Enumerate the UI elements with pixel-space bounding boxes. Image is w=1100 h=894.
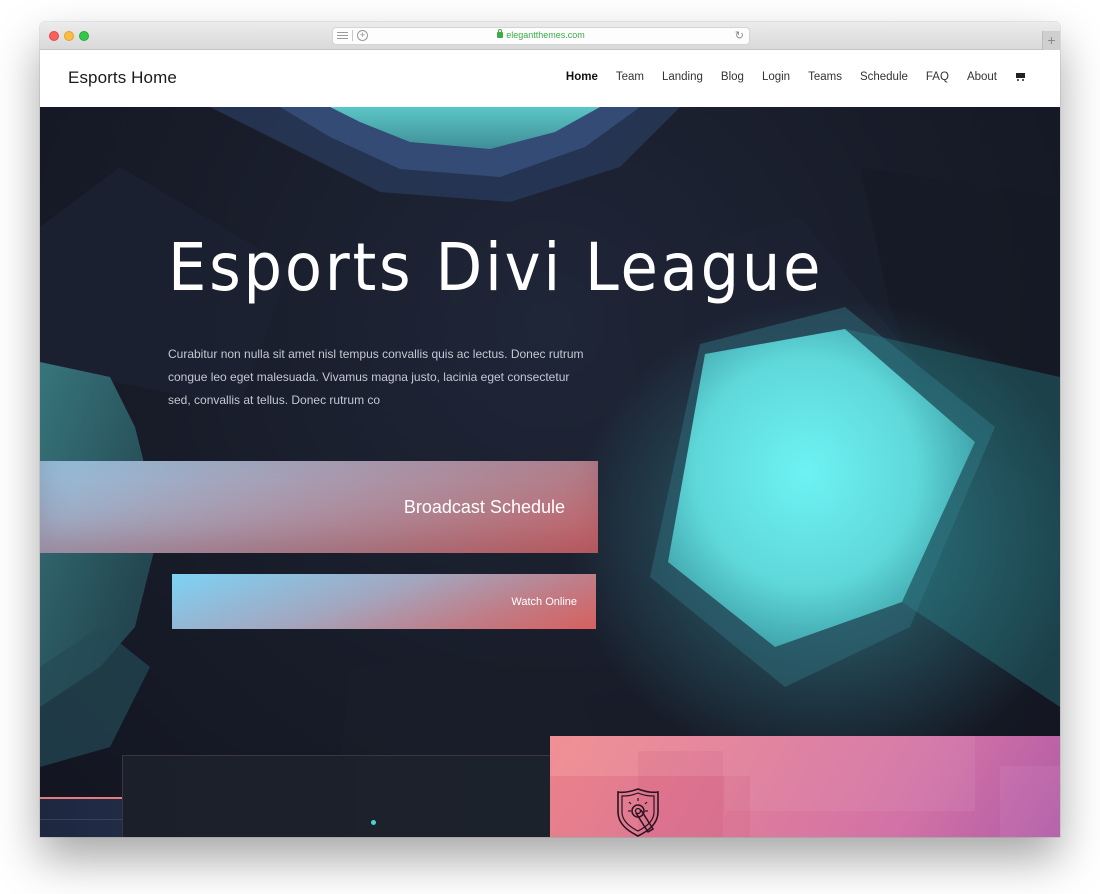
hero-description: Curabitur non nulla sit amet nisl tempus… <box>168 347 584 407</box>
dark-feature-card <box>122 755 552 837</box>
shopping-cart-icon[interactable] <box>1015 72 1026 82</box>
nav-item-login[interactable]: Login <box>762 71 790 83</box>
nav-item-schedule[interactable]: Schedule <box>860 71 908 83</box>
decor-tile <box>1000 766 1060 837</box>
pink-feature-card <box>550 736 1060 837</box>
site-header: Esports Home Home Team Landing Blog Logi… <box>40 50 1060 107</box>
minimize-window-button[interactable] <box>64 31 74 41</box>
url-text: elegantthemes.com <box>506 30 585 40</box>
nav-item-home[interactable]: Home <box>566 71 598 83</box>
decor-tile <box>725 736 975 811</box>
new-tab-button[interactable]: + <box>1042 31 1060 50</box>
broadcast-schedule-button[interactable]: Broadcast Schedule <box>40 461 598 553</box>
hero-title: Esports Divi League <box>168 229 824 306</box>
left-accent-strip <box>40 797 122 837</box>
reload-icon[interactable]: ↻ <box>735 29 744 42</box>
site-logo[interactable]: Esports Home <box>68 68 177 88</box>
nav-item-team[interactable]: Team <box>616 71 644 83</box>
nav-item-teams[interactable]: Teams <box>808 71 842 83</box>
maximize-window-button[interactable] <box>79 31 89 41</box>
browser-toolbar: + elegantthemes.com ↻ + <box>40 22 1060 50</box>
nav-item-faq[interactable]: FAQ <box>926 71 949 83</box>
url-display[interactable]: elegantthemes.com <box>333 29 749 40</box>
slider-dot[interactable] <box>371 820 376 825</box>
close-window-button[interactable] <box>49 31 59 41</box>
main-nav: Home Team Landing Blog Login Teams Sched… <box>548 71 1026 83</box>
shield-touch-icon <box>617 788 659 837</box>
watch-online-button[interactable]: Watch Online <box>172 574 596 629</box>
nav-item-landing[interactable]: Landing <box>662 71 703 83</box>
nav-item-blog[interactable]: Blog <box>721 71 744 83</box>
address-bar[interactable]: + elegantthemes.com ↻ <box>332 27 750 45</box>
browser-window: + elegantthemes.com ↻ + Esports Home Hom… <box>40 22 1060 837</box>
nav-item-about[interactable]: About <box>967 71 997 83</box>
lock-icon <box>497 29 504 38</box>
hero-section: Esports Divi League Curabitur non nulla … <box>40 107 1060 837</box>
